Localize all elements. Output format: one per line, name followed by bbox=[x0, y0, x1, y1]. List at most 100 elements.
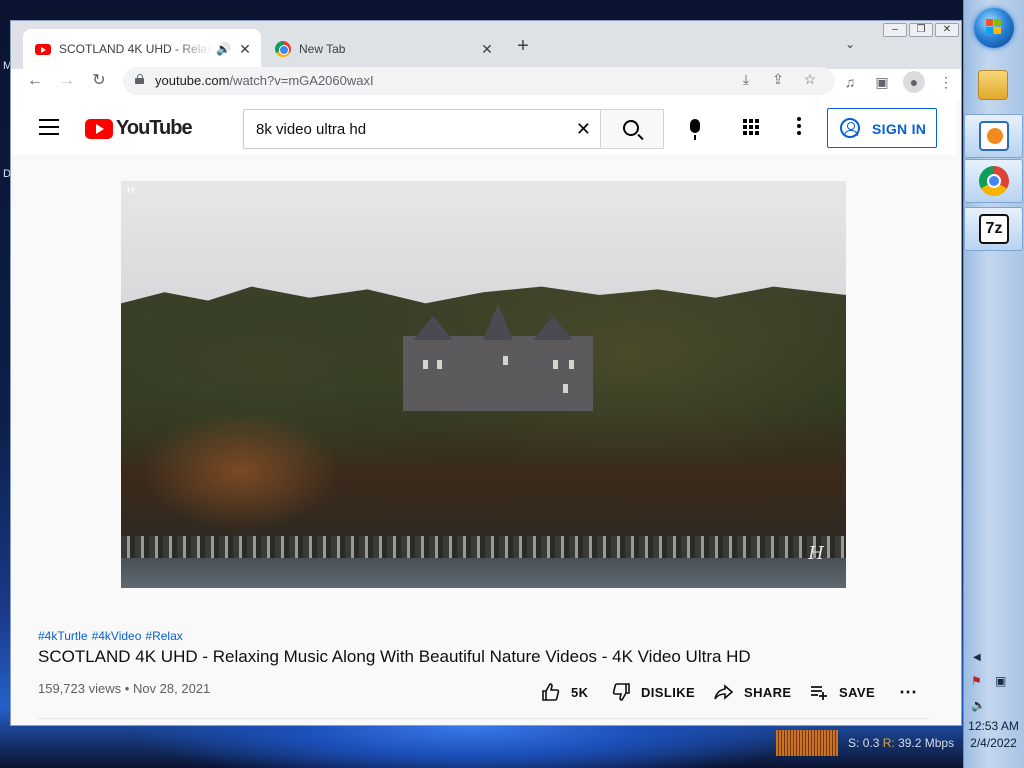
bookmark-star-icon[interactable]: ☆ bbox=[801, 71, 819, 89]
search-query: 8k video ultra hd bbox=[256, 121, 367, 138]
search-icon bbox=[623, 120, 639, 136]
share-label: SHARE bbox=[744, 684, 792, 700]
youtube-play-icon bbox=[85, 118, 113, 139]
save-label: SAVE bbox=[839, 684, 876, 700]
install-app-icon[interactable]: ⤓ bbox=[737, 71, 755, 89]
minimize-icon[interactable]: – bbox=[883, 23, 907, 37]
tab-new-tab[interactable]: New Tab ✕ bbox=[263, 29, 503, 69]
view-count: 159,723 views bbox=[38, 681, 122, 696]
video-player[interactable]: H H bbox=[121, 181, 846, 588]
new-tab-button[interactable]: + bbox=[511, 35, 535, 58]
forward-arrow-icon[interactable]: → bbox=[55, 69, 79, 93]
save-button[interactable]: SAVE bbox=[809, 682, 875, 702]
channel-watermark-small: H bbox=[127, 185, 135, 196]
network-speed-readout: S: 0.3 R: 39.2 Mbps bbox=[848, 736, 954, 750]
windows-logo-icon bbox=[986, 19, 1002, 35]
apps-grid-icon[interactable] bbox=[743, 119, 759, 135]
sign-in-button[interactable]: SIGN IN bbox=[827, 108, 937, 148]
video-frame-castle bbox=[403, 304, 593, 411]
search-button[interactable] bbox=[600, 109, 664, 149]
thumbs-up-icon bbox=[542, 683, 560, 701]
youtube-logo[interactable]: YouTube bbox=[85, 117, 193, 140]
reload-icon[interactable]: ↻ bbox=[87, 69, 111, 93]
stats-separator: • bbox=[124, 681, 130, 696]
side-panel-icon[interactable]: ▣ bbox=[871, 71, 893, 93]
media-player-icon bbox=[979, 121, 1009, 151]
media-control-icon[interactable]: ♫ bbox=[839, 71, 861, 93]
clear-search-icon[interactable]: ✕ bbox=[576, 119, 591, 140]
youtube-logo-text: YouTube bbox=[116, 117, 193, 139]
youtube-header: YouTube 8k video ultra hd ✕ SIGN IN bbox=[11, 99, 956, 155]
hashtag-link[interactable]: #4kTurtle bbox=[38, 629, 88, 643]
video-frame-water bbox=[121, 558, 846, 588]
browser-window: SCOTLAND 4K UHD - Relaxing Music Along W… bbox=[10, 20, 962, 726]
network-meter-widget: S: 0.3 R: 39.2 Mbps bbox=[776, 726, 956, 760]
tab-audio-icon[interactable]: 🔊 bbox=[216, 42, 231, 56]
tab-title: New Tab bbox=[299, 42, 346, 56]
network-graph bbox=[776, 730, 838, 756]
video-hashtags: #4kTurtle #4kVideo #Relax bbox=[38, 629, 187, 643]
profile-avatar-icon[interactable]: ● bbox=[903, 71, 925, 93]
close-tab-icon[interactable]: ✕ bbox=[235, 41, 255, 58]
tab-search-chevron-icon[interactable]: ⌄ bbox=[845, 37, 855, 51]
back-arrow-icon[interactable]: ← bbox=[23, 69, 47, 93]
send-label: S: bbox=[848, 736, 860, 750]
tab-title: SCOTLAND 4K UHD - Relaxing Music Along W… bbox=[59, 42, 212, 56]
menu-hamburger-icon[interactable] bbox=[39, 119, 59, 135]
window-controls: – ❐ ✕ bbox=[883, 23, 959, 37]
taskbar-clock[interactable]: 12:53 AM 2/4/2022 bbox=[963, 718, 1024, 752]
taskbar-7zip[interactable]: 7z bbox=[964, 207, 1023, 251]
voice-search-button[interactable] bbox=[675, 109, 715, 149]
7zip-icon: 7z bbox=[979, 214, 1009, 244]
file-explorer-icon bbox=[978, 70, 1008, 100]
address-bar[interactable]: youtube.com/watch?v=mGA2060waxI ⤓ ⇪ ☆ bbox=[123, 67, 835, 95]
desktop-wallpaper-swirl bbox=[120, 726, 820, 768]
restore-icon[interactable]: ❐ bbox=[909, 23, 933, 37]
action-center-icon[interactable]: ⚑ bbox=[971, 674, 987, 688]
like-button[interactable]: 5K bbox=[541, 682, 588, 702]
lock-icon[interactable] bbox=[135, 74, 144, 84]
chrome-favicon-icon bbox=[275, 41, 291, 57]
search-input[interactable]: 8k video ultra hd ✕ bbox=[243, 109, 601, 149]
video-stats: 159,723 views • Nov 28, 2021 bbox=[38, 681, 210, 696]
hashtag-link[interactable]: #4kVideo bbox=[92, 629, 142, 643]
url-domain: youtube.com bbox=[155, 73, 230, 88]
chrome-menu-icon[interactable]: ⋮ bbox=[935, 71, 957, 93]
microphone-icon bbox=[690, 119, 700, 140]
recv-value: 39.2 Mbps bbox=[898, 736, 955, 750]
playlist-add-icon bbox=[811, 686, 827, 700]
hashtag-link[interactable]: #Relax bbox=[145, 629, 182, 643]
dislike-label: DISLIKE bbox=[641, 684, 696, 700]
chrome-icon bbox=[979, 166, 1009, 196]
tab-strip: SCOTLAND 4K UHD - Relaxing Music Along W… bbox=[11, 21, 961, 69]
more-actions-icon[interactable]: ⋯ bbox=[899, 682, 917, 703]
channel-watermark: H bbox=[808, 543, 824, 564]
close-tab-icon[interactable]: ✕ bbox=[477, 41, 497, 58]
url-text: youtube.com/watch?v=mGA2060waxI bbox=[155, 73, 374, 88]
video-frame-sky bbox=[121, 181, 846, 311]
taskbar-file-explorer[interactable] bbox=[964, 64, 1023, 108]
thumbs-down-icon bbox=[612, 683, 630, 701]
show-hidden-icons-icon[interactable]: ◀ bbox=[973, 652, 981, 663]
taskbar-media-player[interactable] bbox=[964, 114, 1023, 158]
volume-icon[interactable]: 🔈 bbox=[971, 698, 987, 712]
start-button[interactable] bbox=[974, 8, 1014, 48]
tab-youtube-video[interactable]: SCOTLAND 4K UHD - Relaxing Music Along W… bbox=[23, 29, 261, 69]
share-page-icon[interactable]: ⇪ bbox=[769, 71, 787, 89]
share-button[interactable]: SHARE bbox=[714, 682, 792, 702]
settings-more-icon[interactable] bbox=[797, 117, 801, 138]
taskbar-chrome[interactable] bbox=[964, 159, 1023, 203]
send-value: 0.3 bbox=[862, 736, 880, 750]
network-icon[interactable]: ▣ bbox=[995, 674, 1011, 688]
share-arrow-icon bbox=[714, 684, 734, 700]
page-scrollbar[interactable] bbox=[956, 99, 961, 725]
account-circle-icon bbox=[840, 118, 860, 138]
clock-date: 2/4/2022 bbox=[970, 736, 1017, 750]
dislike-button[interactable]: DISLIKE bbox=[611, 682, 695, 702]
close-window-icon[interactable]: ✕ bbox=[935, 23, 959, 37]
metadata-divider bbox=[38, 718, 929, 719]
sign-in-label: SIGN IN bbox=[872, 121, 927, 137]
upload-date: Nov 28, 2021 bbox=[132, 681, 211, 696]
youtube-favicon-icon bbox=[35, 43, 51, 55]
browser-toolbar: ← → ↻ youtube.com/watch?v=mGA2060waxI ⤓ … bbox=[11, 67, 961, 97]
